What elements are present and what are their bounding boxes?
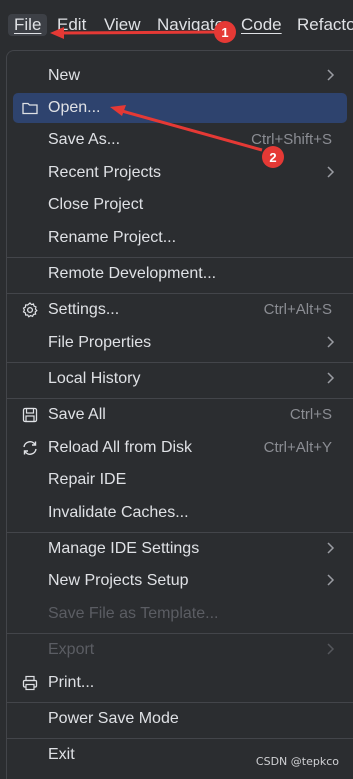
- menu-separator: [7, 362, 353, 363]
- menu-item-manage-ide-settings[interactable]: Manage IDE Settings: [7, 534, 353, 564]
- menu-item-label: Repair IDE: [48, 471, 127, 488]
- chevron-right-icon: [327, 574, 335, 586]
- printer-icon: [22, 675, 38, 691]
- menu-item-new[interactable]: New: [7, 61, 353, 91]
- menu-item-repair-ide[interactable]: Repair IDE: [7, 465, 353, 495]
- shortcut-label: Ctrl+Alt+S: [263, 301, 332, 318]
- menu-item-power-save-mode[interactable]: Power Save Mode: [7, 704, 353, 734]
- chevron-right-icon: [327, 166, 335, 178]
- menu-navigate-label: Navigate: [157, 15, 225, 34]
- shortcut-label: Ctrl+Alt+Y: [263, 439, 332, 456]
- menu-item-label: Settings...: [48, 301, 120, 318]
- menu-code[interactable]: Code: [241, 14, 282, 36]
- menu-item-reload-all[interactable]: Reload All from Disk Ctrl+Alt+Y: [7, 433, 353, 463]
- gear-icon: [22, 302, 38, 318]
- menu-file[interactable]: File: [8, 14, 48, 36]
- chevron-right-icon: [327, 643, 335, 655]
- chevron-right-icon: [327, 372, 335, 384]
- menu-separator: [7, 532, 353, 533]
- menu-item-label: Export: [48, 641, 95, 658]
- menu-item-label: Save All: [48, 406, 106, 423]
- menu-item-label: Recent Projects: [48, 164, 161, 181]
- menu-navigate[interactable]: Navigate: [157, 14, 224, 36]
- menu-separator: [7, 257, 353, 258]
- menu-item-remote-development[interactable]: Remote Development...: [7, 259, 353, 289]
- menu-item-save-as[interactable]: Save As... Ctrl+Shift+S: [7, 125, 353, 155]
- menu-item-settings[interactable]: Settings... Ctrl+Alt+S: [7, 295, 353, 325]
- shortcut-label: Ctrl+Shift+S: [251, 131, 332, 148]
- menu-item-close-project[interactable]: Close Project: [7, 190, 353, 220]
- menu-item-label: Manage IDE Settings: [48, 540, 200, 557]
- menu-item-new-projects-setup[interactable]: New Projects Setup: [7, 566, 353, 596]
- menu-item-print[interactable]: Print...: [7, 668, 353, 698]
- menu-view[interactable]: View: [104, 14, 141, 36]
- menu-item-label: Print...: [48, 674, 95, 691]
- menu-separator: [7, 398, 353, 399]
- menu-item-open[interactable]: Open...: [7, 93, 353, 123]
- menu-item-file-properties[interactable]: File Properties: [7, 328, 353, 358]
- menu-item-label: Power Save Mode: [48, 710, 179, 727]
- menu-item-export: Export: [7, 635, 353, 665]
- shortcut-label: Ctrl+S: [289, 406, 332, 423]
- folder-icon: [22, 102, 38, 115]
- menu-separator: [7, 702, 353, 703]
- menu-item-invalidate-caches[interactable]: Invalidate Caches...: [7, 498, 353, 528]
- menu-view-label: View: [104, 15, 141, 34]
- menu-item-label: Exit: [48, 746, 75, 763]
- menu-item-recent-projects[interactable]: Recent Projects: [7, 158, 353, 188]
- chevron-right-icon: [327, 69, 335, 81]
- menu-separator: [7, 293, 353, 294]
- menu-item-label: Remote Development...: [48, 265, 217, 282]
- menu-item-label: Local History: [48, 370, 141, 387]
- chevron-right-icon: [327, 336, 335, 348]
- menu-item-label: Save File as Template...: [48, 605, 219, 622]
- watermark: CSDN @tepkco: [255, 755, 339, 768]
- menu-edit-label: Edit: [57, 15, 87, 34]
- menu-edit[interactable]: Edit: [57, 14, 86, 36]
- file-menu-dropdown: New Open... Save As... Ctrl+Shift+S Rece…: [6, 50, 353, 779]
- menu-refactor[interactable]: Refactor: [297, 14, 353, 36]
- reload-icon: [23, 441, 37, 455]
- menu-item-label: Reload All from Disk: [48, 439, 193, 456]
- menu-item-label: New Projects Setup: [48, 572, 189, 589]
- chevron-right-icon: [327, 542, 335, 554]
- menu-separator: [7, 633, 353, 634]
- menu-item-label: Open...: [48, 99, 101, 116]
- menu-item-label: Save As...: [48, 131, 121, 148]
- menu-item-label: Rename Project...: [48, 229, 177, 246]
- menu-refactor-label: Refactor: [297, 15, 353, 34]
- menu-bar: File Edit View Navigate Code Refactor: [0, 0, 353, 50]
- menu-item-label: File Properties: [48, 334, 152, 351]
- menu-separator: [7, 738, 353, 739]
- menu-item-rename-project[interactable]: Rename Project...: [7, 223, 353, 253]
- menu-code-label: Code: [241, 15, 282, 34]
- menu-file-label: File: [14, 15, 42, 34]
- save-icon: [22, 407, 38, 423]
- menu-item-label: New: [48, 67, 81, 84]
- menu-item-label: Close Project: [48, 196, 144, 213]
- menu-item-local-history[interactable]: Local History: [7, 364, 353, 394]
- menu-item-save-all[interactable]: Save All Ctrl+S: [7, 400, 353, 430]
- menu-item-save-file-as-template: Save File as Template...: [7, 599, 353, 629]
- menu-item-label: Invalidate Caches...: [48, 504, 189, 521]
